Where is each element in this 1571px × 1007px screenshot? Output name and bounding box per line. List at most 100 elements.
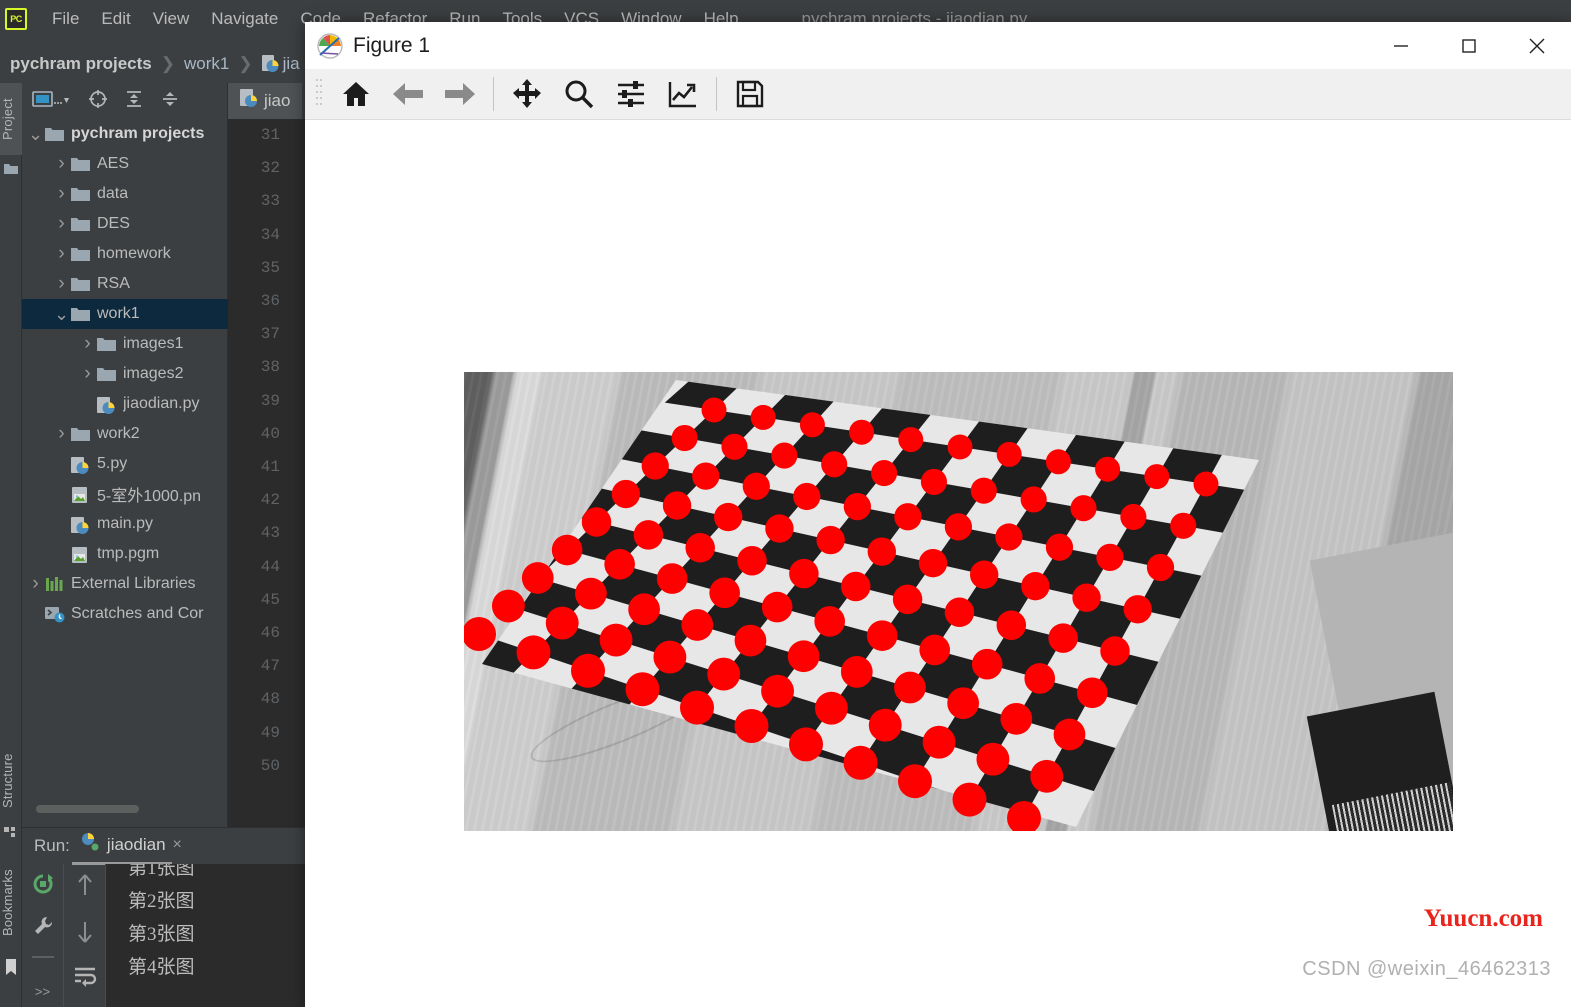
tree-item[interactable]: › images2	[22, 359, 228, 389]
breadcrumb-item-file[interactable]: jia	[283, 54, 300, 74]
line-number: 37	[260, 325, 280, 344]
toolbar-separator	[716, 77, 717, 111]
python-file-icon	[261, 55, 279, 73]
tree-item[interactable]: › DES	[22, 209, 228, 239]
menu-navigate[interactable]: Navigate	[200, 9, 289, 29]
corner-marker	[793, 482, 821, 511]
run-configuration-tab[interactable]: jiaodian ×	[71, 832, 182, 865]
line-number: 38	[260, 358, 280, 377]
corner-marker	[840, 656, 873, 688]
corner-marker	[814, 691, 848, 725]
menu-file[interactable]: File	[41, 9, 90, 29]
folder-icon	[71, 276, 91, 293]
pan-move-icon[interactable]	[502, 72, 552, 116]
tree-item[interactable]: › images1	[22, 329, 228, 359]
line-number: 36	[260, 292, 280, 311]
scroll-down-arrow-icon[interactable]	[74, 919, 96, 950]
corner-marker	[976, 742, 1010, 776]
soft-wrap-icon[interactable]	[73, 966, 97, 993]
folder-icon	[97, 336, 117, 353]
chevron-right-icon[interactable]: ›	[28, 573, 43, 595]
corner-marker	[701, 397, 727, 423]
figure-title-bar[interactable]: Figure 1	[305, 22, 1571, 69]
tree-item[interactable]: ⌄ work1	[22, 299, 228, 329]
locate-file-target-icon[interactable]	[88, 89, 108, 114]
corner-marker	[971, 648, 1003, 680]
corner-marker	[599, 623, 633, 657]
breadcrumb-item-project[interactable]: pychram projects	[10, 54, 152, 74]
scratches-icon	[45, 606, 65, 623]
tree-item[interactable]: › AES	[22, 149, 228, 179]
corner-marker	[867, 537, 896, 566]
save-floppy-icon[interactable]	[725, 72, 775, 116]
tree-item[interactable]: ⌄ pychram projects	[22, 119, 228, 149]
sidebar-tab-structure[interactable]: Structure	[0, 741, 22, 821]
corner-marker	[1170, 512, 1197, 539]
chevron-right-icon[interactable]: ›	[54, 273, 69, 295]
close-icon[interactable]	[1503, 22, 1571, 69]
window-controls	[1367, 22, 1571, 69]
editor-tab-jiaodian[interactable]: jiao	[228, 83, 303, 119]
project-horizontal-scrollbar[interactable]	[36, 803, 228, 815]
chevron-right-icon[interactable]: ›	[54, 153, 69, 175]
tree-item[interactable]: › data	[22, 179, 228, 209]
sidebar-tab-bookmarks[interactable]: Bookmarks	[0, 855, 22, 951]
chevron-right-icon[interactable]: ›	[54, 183, 69, 205]
expand-actions-icon[interactable]: >>	[35, 984, 50, 999]
back-arrow-icon[interactable]	[383, 72, 433, 116]
scroll-up-arrow-icon[interactable]	[74, 872, 96, 903]
project-scope-selector[interactable]	[32, 89, 72, 114]
corner-marker	[947, 434, 973, 460]
tree-item[interactable]: Scratches and Cor	[22, 599, 228, 629]
image-file-icon	[71, 546, 91, 563]
corner-marker	[641, 452, 669, 480]
tree-item[interactable]: › work2	[22, 419, 228, 449]
run-settings-wrench-icon[interactable]	[32, 915, 54, 942]
line-number: 41	[260, 458, 280, 477]
forward-arrow-icon[interactable]	[435, 72, 485, 116]
project-tree[interactable]: ⌄ pychram projects › AES › data › DES › homework ›…	[22, 119, 228, 809]
chevron-down-icon[interactable]: ⌄	[54, 305, 69, 323]
tree-item[interactable]: 5.py	[22, 449, 228, 479]
subplot-config-icon[interactable]	[606, 72, 656, 116]
collapse-all-icon[interactable]	[160, 89, 180, 114]
edit-curves-icon[interactable]	[658, 72, 708, 116]
tree-item[interactable]: 5-室外1000.pn	[22, 479, 228, 509]
tree-item[interactable]: › homework	[22, 239, 228, 269]
menu-edit[interactable]: Edit	[90, 9, 141, 29]
rerun-icon[interactable]	[31, 872, 55, 901]
corner-marker	[633, 520, 664, 550]
chevron-right-icon[interactable]: ›	[80, 333, 95, 355]
tree-item[interactable]: › RSA	[22, 269, 228, 299]
folder-icon	[71, 156, 91, 173]
tree-item[interactable]: › External Libraries	[22, 569, 228, 599]
tree-item[interactable]: tmp.pgm	[22, 539, 228, 569]
checker-square	[1122, 707, 1198, 766]
line-number: 32	[260, 159, 280, 178]
chevron-right-icon[interactable]: ›	[54, 243, 69, 265]
tree-item[interactable]: jiaodian.py	[22, 389, 228, 419]
figure-canvas[interactable]: Yuucn.com CSDN @weixin_46462313	[305, 120, 1571, 1007]
menu-view[interactable]: View	[142, 9, 201, 29]
minimize-icon[interactable]	[1367, 22, 1435, 69]
line-number: 43	[260, 524, 280, 543]
corner-marker	[1021, 572, 1050, 601]
chevron-right-icon[interactable]: ›	[54, 423, 69, 445]
breadcrumb-item-folder[interactable]: work1	[184, 54, 229, 74]
corner-marker	[787, 640, 820, 673]
close-icon[interactable]: ×	[173, 836, 182, 854]
toolbar-drag-handle[interactable]	[315, 77, 323, 111]
corner-marker	[814, 606, 845, 637]
line-number: 49	[260, 723, 280, 742]
chevron-right-icon[interactable]: ›	[54, 213, 69, 235]
python-file-icon	[71, 456, 91, 474]
chevron-down-icon[interactable]: ⌄	[28, 125, 43, 143]
zoom-magnifier-icon[interactable]	[554, 72, 604, 116]
expand-all-icon[interactable]	[124, 89, 144, 114]
maximize-icon[interactable]	[1435, 22, 1503, 69]
corner-marker	[1072, 583, 1101, 612]
chevron-right-icon[interactable]: ›	[80, 363, 95, 385]
sidebar-tab-project[interactable]: Project	[0, 83, 22, 155]
home-icon[interactable]	[331, 72, 381, 116]
tree-item[interactable]: main.py	[22, 509, 228, 539]
